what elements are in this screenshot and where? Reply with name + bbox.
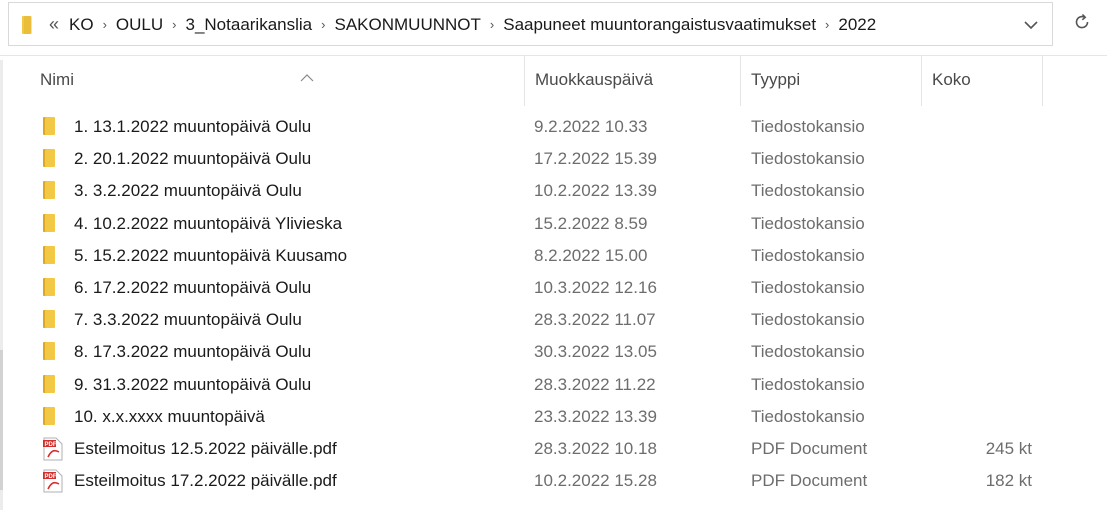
chevron-right-icon[interactable]: ›	[172, 17, 176, 32]
file-date: 17.2.2022 15.39	[534, 149, 657, 169]
file-name: Esteilmoitus 17.2.2022 päivälle.pdf	[74, 471, 337, 491]
file-type: Tiedostokansio	[751, 310, 865, 330]
file-row[interactable]: 7. 3.3.2022 muuntopäivä Oulu 28.3.2022 11…	[0, 304, 1107, 336]
file-date: 15.2.2022 8.59	[534, 213, 648, 233]
file-date: 9.2.2022 10.33	[534, 117, 648, 136]
file-date: 28.3.2022 11.22	[534, 374, 656, 394]
file-date: 10.2.2022 13.39	[534, 181, 657, 201]
folder-icon	[42, 405, 64, 429]
breadcrumb-segment[interactable]: OULU	[116, 15, 163, 35]
file-name: 7. 3.3.2022 muuntopäivä Oulu	[74, 310, 302, 330]
breadcrumb-segment[interactable]: KO	[69, 15, 94, 35]
file-type: Tiedostokansio	[751, 277, 865, 297]
breadcrumb-segment[interactable]: 3_Notaarikanslia	[186, 15, 313, 35]
pdf-icon: PDF	[42, 469, 64, 493]
file-type: Tiedostokansio	[751, 149, 865, 169]
folder-icon	[21, 15, 37, 40]
file-type: PDF Document	[751, 438, 868, 458]
file-row[interactable]: 4. 10.2.2022 muuntopäivä Ylivieska 15.2.2…	[0, 208, 1107, 240]
column-header-type-label: Tyyppi	[751, 70, 801, 89]
folder-icon	[42, 244, 64, 268]
file-size: 182 kt	[985, 471, 1032, 491]
file-type: Tiedostokansio	[751, 406, 865, 426]
breadcrumb-segment[interactable]: SAKONMUUNNOT	[334, 15, 480, 35]
file-name: 5. 15.2.2022 muuntopäivä Kuusamo	[74, 245, 348, 265]
file-name: 10. x.x.xxxx muuntopäivä	[74, 406, 265, 426]
column-header-size[interactable]: Koko	[921, 56, 1043, 106]
overflow-chevron-icon[interactable]: «	[49, 14, 59, 35]
column-header-type[interactable]: Tyyppi	[740, 56, 920, 106]
file-row[interactable]: 8. 17.3.2022 muuntopäivä Oulu 30.3.2022 1…	[0, 336, 1107, 368]
file-row[interactable]: 9. 31.3.2022 muuntopäivä Oulu 28.3.2022 1…	[0, 369, 1107, 401]
chevron-right-icon[interactable]: ›	[490, 17, 494, 32]
breadcrumb: « KO › OULU › 3_Notaarikanslia › SAKONMUUNNOT › S…	[49, 3, 876, 47]
column-header-name[interactable]: Nimi	[30, 56, 522, 106]
file-date: 30.3.2022 13.05	[534, 342, 657, 362]
file-name: 2. 20.1.2022 muuntopäivä Oulu	[74, 149, 312, 169]
file-row[interactable]: 10. x.x.xxxx muuntopäivä 23.3.2022 13.39 T…	[0, 401, 1107, 433]
svg-text:PDF: PDF	[45, 474, 57, 480]
sort-ascending-icon	[300, 54, 314, 102]
file-name: 9. 31.3.2022 muuntopäivä Oulu	[74, 374, 312, 394]
file-name: 8. 17.3.2022 muuntopäivä Oulu	[74, 342, 312, 362]
file-name: 1. 13.1.2022 muuntopäivä Oulu	[74, 117, 312, 136]
folder-icon	[42, 115, 64, 139]
column-header-name-label: Nimi	[40, 70, 74, 89]
file-type: Tiedostokansio	[751, 213, 865, 233]
column-header-date-label: Muokkauspäivä	[535, 70, 654, 89]
folder-icon	[42, 308, 64, 332]
breadcrumb-segment[interactable]: 2022	[838, 15, 876, 35]
file-date: 10.3.2022 12.16	[534, 277, 657, 297]
file-row[interactable]: 2. 20.1.2022 muuntopäivä Oulu 17.2.2022 1…	[0, 143, 1107, 175]
file-name: 3. 3.2.2022 muuntopäivä Oulu	[74, 181, 302, 201]
folder-icon	[42, 179, 64, 203]
file-name: 4. 10.2.2022 muuntopäivä Ylivieska	[74, 213, 343, 233]
file-name: 6. 17.2.2022 muuntopäivä Oulu	[74, 277, 312, 297]
column-header-size-label: Koko	[932, 70, 971, 89]
file-list: 1. 13.1.2022 muuntopäivä Oulu 9.2.2022 10…	[0, 111, 1107, 497]
refresh-button[interactable]	[1062, 2, 1102, 46]
file-date: 10.2.2022 15.28	[534, 471, 657, 491]
file-type: Tiedostokansio	[751, 342, 865, 362]
chevron-right-icon[interactable]: ›	[825, 17, 829, 32]
folder-icon	[42, 340, 64, 364]
file-row[interactable]: 1. 13.1.2022 muuntopäivä Oulu 9.2.2022 10…	[0, 111, 1107, 143]
file-row[interactable]: PDF Esteilmoitus 17.2.2022 päivälle.pdf 10…	[0, 465, 1107, 497]
file-size: 245 kt	[985, 438, 1032, 458]
chevron-down-icon[interactable]	[1020, 15, 1042, 35]
refresh-icon	[1072, 12, 1092, 37]
file-type: Tiedostokansio	[751, 374, 865, 394]
address-bar[interactable]: « KO › OULU › 3_Notaarikanslia › SAKONMUUNNOT › S…	[8, 2, 1053, 46]
file-type: Tiedostokansio	[751, 245, 865, 265]
file-row[interactable]: PDF Esteilmoitus 12.5.2022 päivälle.pdf 28…	[0, 433, 1107, 465]
file-date: 28.3.2022 11.07	[534, 310, 656, 330]
file-type: PDF Document	[751, 471, 868, 491]
file-row[interactable]: 5. 15.2.2022 muuntopäivä Kuusamo 8.2.2022…	[0, 240, 1107, 272]
file-date: 23.3.2022 13.39	[534, 406, 657, 426]
folder-icon	[42, 373, 64, 397]
svg-text:PDF: PDF	[45, 442, 57, 448]
file-name: Esteilmoitus 12.5.2022 päivälle.pdf	[74, 438, 337, 458]
folder-icon	[42, 276, 64, 300]
file-date: 28.3.2022 10.18	[534, 438, 657, 458]
folder-icon	[42, 212, 64, 236]
file-type: Tiedostokansio	[751, 181, 865, 201]
column-header-row: Nimi Muokkauspäivä Tyyppi Koko	[0, 56, 1107, 106]
folder-icon	[42, 147, 64, 171]
file-row[interactable]: 6. 17.2.2022 muuntopäivä Oulu 10.3.2022 1…	[0, 272, 1107, 304]
pdf-icon: PDF	[42, 437, 64, 461]
chevron-right-icon[interactable]: ›	[321, 17, 325, 32]
breadcrumb-segment[interactable]: Saapuneet muuntorangaistusvaatimukset	[503, 15, 816, 35]
file-date: 8.2.2022 15.00	[534, 245, 648, 265]
column-header-date[interactable]: Muokkauspäivä	[524, 56, 739, 106]
file-type: Tiedostokansio	[751, 117, 865, 136]
file-row[interactable]: 3. 3.2.2022 muuntopäivä Oulu 10.2.2022 13…	[0, 175, 1107, 207]
chevron-right-icon[interactable]: ›	[103, 17, 107, 32]
